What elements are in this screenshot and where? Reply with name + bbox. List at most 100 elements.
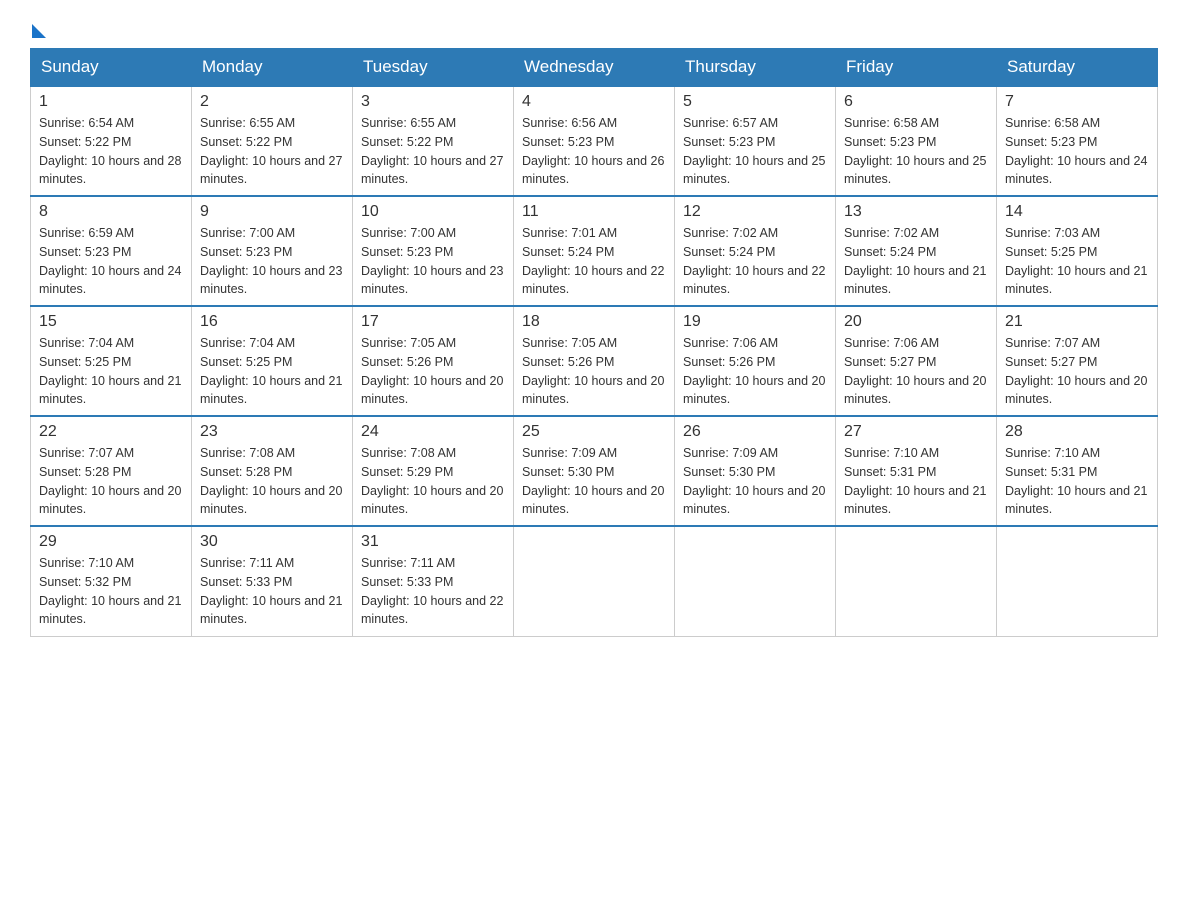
day-number: 24 xyxy=(361,423,505,441)
day-info: Sunrise: 7:11 AMSunset: 5:33 PMDaylight:… xyxy=(200,556,342,626)
day-number: 16 xyxy=(200,313,344,331)
calendar-week-row: 1 Sunrise: 6:54 AMSunset: 5:22 PMDayligh… xyxy=(31,86,1158,196)
header-friday: Friday xyxy=(836,49,997,87)
day-info: Sunrise: 7:08 AMSunset: 5:28 PMDaylight:… xyxy=(200,446,342,516)
calendar-cell: 30 Sunrise: 7:11 AMSunset: 5:33 PMDaylig… xyxy=(192,526,353,636)
day-number: 20 xyxy=(844,313,988,331)
day-info: Sunrise: 6:55 AMSunset: 5:22 PMDaylight:… xyxy=(200,116,342,186)
day-info: Sunrise: 6:58 AMSunset: 5:23 PMDaylight:… xyxy=(844,116,986,186)
header-saturday: Saturday xyxy=(997,49,1158,87)
calendar-cell: 11 Sunrise: 7:01 AMSunset: 5:24 PMDaylig… xyxy=(514,196,675,306)
calendar-cell: 22 Sunrise: 7:07 AMSunset: 5:28 PMDaylig… xyxy=(31,416,192,526)
day-info: Sunrise: 7:00 AMSunset: 5:23 PMDaylight:… xyxy=(361,226,503,296)
day-info: Sunrise: 7:05 AMSunset: 5:26 PMDaylight:… xyxy=(361,336,503,406)
calendar-cell: 19 Sunrise: 7:06 AMSunset: 5:26 PMDaylig… xyxy=(675,306,836,416)
day-number: 3 xyxy=(361,93,505,111)
calendar-cell: 26 Sunrise: 7:09 AMSunset: 5:30 PMDaylig… xyxy=(675,416,836,526)
day-info: Sunrise: 7:08 AMSunset: 5:29 PMDaylight:… xyxy=(361,446,503,516)
day-info: Sunrise: 6:54 AMSunset: 5:22 PMDaylight:… xyxy=(39,116,181,186)
calendar-cell: 27 Sunrise: 7:10 AMSunset: 5:31 PMDaylig… xyxy=(836,416,997,526)
calendar-cell: 31 Sunrise: 7:11 AMSunset: 5:33 PMDaylig… xyxy=(353,526,514,636)
day-info: Sunrise: 7:09 AMSunset: 5:30 PMDaylight:… xyxy=(522,446,664,516)
day-number: 14 xyxy=(1005,203,1149,221)
calendar-cell: 9 Sunrise: 7:00 AMSunset: 5:23 PMDayligh… xyxy=(192,196,353,306)
logo-arrow-icon xyxy=(32,24,46,38)
calendar-table: SundayMondayTuesdayWednesdayThursdayFrid… xyxy=(30,48,1158,637)
day-info: Sunrise: 7:02 AMSunset: 5:24 PMDaylight:… xyxy=(683,226,825,296)
day-number: 23 xyxy=(200,423,344,441)
logo xyxy=(30,20,46,38)
day-number: 28 xyxy=(1005,423,1149,441)
calendar-cell xyxy=(836,526,997,636)
calendar-cell: 14 Sunrise: 7:03 AMSunset: 5:25 PMDaylig… xyxy=(997,196,1158,306)
header-sunday: Sunday xyxy=(31,49,192,87)
calendar-cell: 25 Sunrise: 7:09 AMSunset: 5:30 PMDaylig… xyxy=(514,416,675,526)
day-info: Sunrise: 7:02 AMSunset: 5:24 PMDaylight:… xyxy=(844,226,986,296)
day-number: 29 xyxy=(39,533,183,551)
day-number: 17 xyxy=(361,313,505,331)
calendar-cell: 21 Sunrise: 7:07 AMSunset: 5:27 PMDaylig… xyxy=(997,306,1158,416)
calendar-cell: 28 Sunrise: 7:10 AMSunset: 5:31 PMDaylig… xyxy=(997,416,1158,526)
calendar-cell: 12 Sunrise: 7:02 AMSunset: 5:24 PMDaylig… xyxy=(675,196,836,306)
day-number: 19 xyxy=(683,313,827,331)
day-number: 2 xyxy=(200,93,344,111)
day-info: Sunrise: 7:11 AMSunset: 5:33 PMDaylight:… xyxy=(361,556,503,626)
calendar-week-row: 8 Sunrise: 6:59 AMSunset: 5:23 PMDayligh… xyxy=(31,196,1158,306)
day-number: 22 xyxy=(39,423,183,441)
day-number: 12 xyxy=(683,203,827,221)
day-info: Sunrise: 6:55 AMSunset: 5:22 PMDaylight:… xyxy=(361,116,503,186)
day-info: Sunrise: 7:06 AMSunset: 5:27 PMDaylight:… xyxy=(844,336,986,406)
calendar-cell: 1 Sunrise: 6:54 AMSunset: 5:22 PMDayligh… xyxy=(31,86,192,196)
day-number: 6 xyxy=(844,93,988,111)
day-number: 15 xyxy=(39,313,183,331)
day-number: 31 xyxy=(361,533,505,551)
day-info: Sunrise: 6:59 AMSunset: 5:23 PMDaylight:… xyxy=(39,226,181,296)
day-number: 7 xyxy=(1005,93,1149,111)
header-thursday: Thursday xyxy=(675,49,836,87)
day-info: Sunrise: 7:07 AMSunset: 5:27 PMDaylight:… xyxy=(1005,336,1147,406)
day-info: Sunrise: 7:10 AMSunset: 5:31 PMDaylight:… xyxy=(844,446,986,516)
day-info: Sunrise: 7:01 AMSunset: 5:24 PMDaylight:… xyxy=(522,226,664,296)
day-info: Sunrise: 7:07 AMSunset: 5:28 PMDaylight:… xyxy=(39,446,181,516)
calendar-cell: 10 Sunrise: 7:00 AMSunset: 5:23 PMDaylig… xyxy=(353,196,514,306)
calendar-cell: 24 Sunrise: 7:08 AMSunset: 5:29 PMDaylig… xyxy=(353,416,514,526)
day-info: Sunrise: 7:04 AMSunset: 5:25 PMDaylight:… xyxy=(200,336,342,406)
day-info: Sunrise: 7:03 AMSunset: 5:25 PMDaylight:… xyxy=(1005,226,1147,296)
calendar-cell: 4 Sunrise: 6:56 AMSunset: 5:23 PMDayligh… xyxy=(514,86,675,196)
day-info: Sunrise: 7:09 AMSunset: 5:30 PMDaylight:… xyxy=(683,446,825,516)
day-info: Sunrise: 7:06 AMSunset: 5:26 PMDaylight:… xyxy=(683,336,825,406)
calendar-cell: 18 Sunrise: 7:05 AMSunset: 5:26 PMDaylig… xyxy=(514,306,675,416)
calendar-cell xyxy=(675,526,836,636)
day-number: 25 xyxy=(522,423,666,441)
calendar-cell: 29 Sunrise: 7:10 AMSunset: 5:32 PMDaylig… xyxy=(31,526,192,636)
day-number: 26 xyxy=(683,423,827,441)
calendar-cell: 16 Sunrise: 7:04 AMSunset: 5:25 PMDaylig… xyxy=(192,306,353,416)
header-tuesday: Tuesday xyxy=(353,49,514,87)
calendar-cell: 6 Sunrise: 6:58 AMSunset: 5:23 PMDayligh… xyxy=(836,86,997,196)
calendar-week-row: 15 Sunrise: 7:04 AMSunset: 5:25 PMDaylig… xyxy=(31,306,1158,416)
calendar-cell: 8 Sunrise: 6:59 AMSunset: 5:23 PMDayligh… xyxy=(31,196,192,306)
calendar-cell xyxy=(997,526,1158,636)
page-header xyxy=(30,20,1158,38)
day-info: Sunrise: 6:58 AMSunset: 5:23 PMDaylight:… xyxy=(1005,116,1147,186)
day-info: Sunrise: 7:05 AMSunset: 5:26 PMDaylight:… xyxy=(522,336,664,406)
day-info: Sunrise: 7:10 AMSunset: 5:32 PMDaylight:… xyxy=(39,556,181,626)
day-info: Sunrise: 7:10 AMSunset: 5:31 PMDaylight:… xyxy=(1005,446,1147,516)
calendar-week-row: 29 Sunrise: 7:10 AMSunset: 5:32 PMDaylig… xyxy=(31,526,1158,636)
calendar-cell: 13 Sunrise: 7:02 AMSunset: 5:24 PMDaylig… xyxy=(836,196,997,306)
day-number: 9 xyxy=(200,203,344,221)
day-number: 10 xyxy=(361,203,505,221)
day-number: 4 xyxy=(522,93,666,111)
day-number: 27 xyxy=(844,423,988,441)
header-wednesday: Wednesday xyxy=(514,49,675,87)
day-info: Sunrise: 7:04 AMSunset: 5:25 PMDaylight:… xyxy=(39,336,181,406)
calendar-cell: 15 Sunrise: 7:04 AMSunset: 5:25 PMDaylig… xyxy=(31,306,192,416)
day-number: 18 xyxy=(522,313,666,331)
day-number: 1 xyxy=(39,93,183,111)
day-info: Sunrise: 6:56 AMSunset: 5:23 PMDaylight:… xyxy=(522,116,664,186)
calendar-header-row: SundayMondayTuesdayWednesdayThursdayFrid… xyxy=(31,49,1158,87)
day-number: 30 xyxy=(200,533,344,551)
day-info: Sunrise: 6:57 AMSunset: 5:23 PMDaylight:… xyxy=(683,116,825,186)
day-number: 11 xyxy=(522,203,666,221)
day-info: Sunrise: 7:00 AMSunset: 5:23 PMDaylight:… xyxy=(200,226,342,296)
